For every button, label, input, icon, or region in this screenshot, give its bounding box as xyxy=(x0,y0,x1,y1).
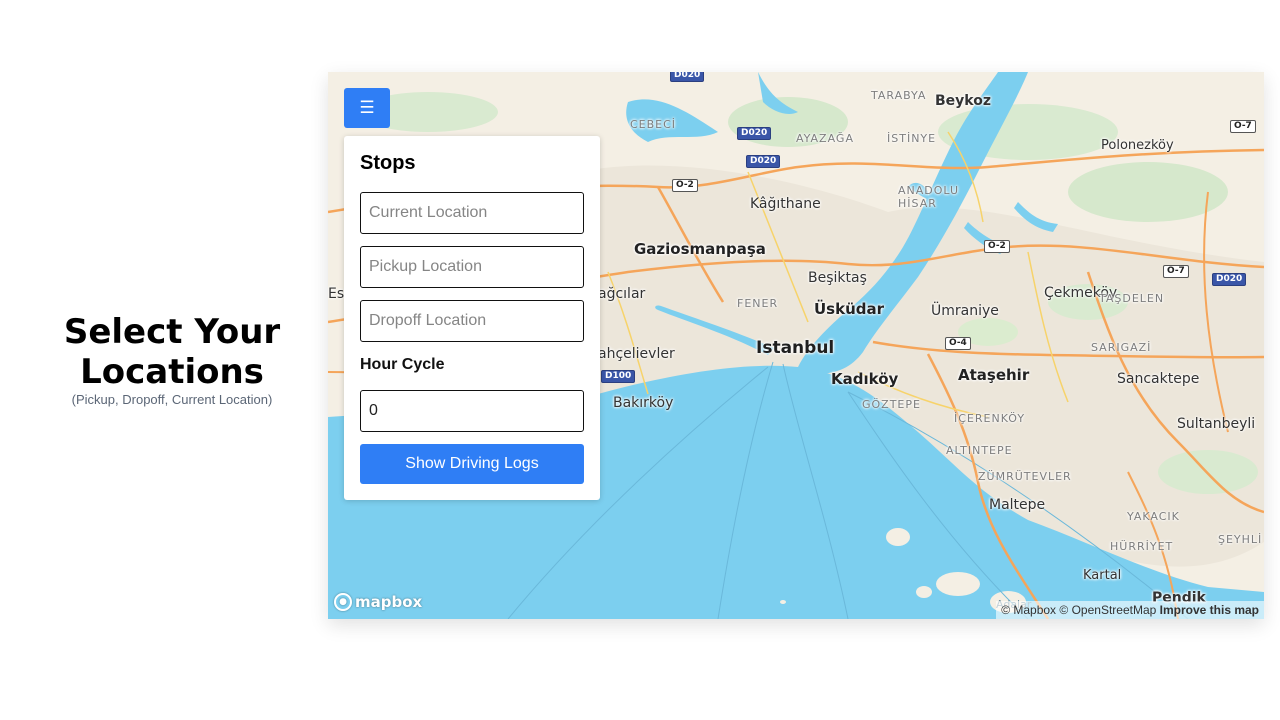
road-shield-d020: D020 xyxy=(737,127,772,140)
show-driving-logs-button[interactable]: Show Driving Logs xyxy=(360,444,584,484)
map-label-bahcelievler: ahçelievler xyxy=(598,346,675,362)
improve-map-link[interactable]: Improve this map xyxy=(1160,603,1259,617)
mapbox-logo[interactable]: ● mapbox xyxy=(334,593,422,611)
hamburger-icon: ☰ xyxy=(359,98,375,118)
map-label-hurriyet: HÜRRİYET xyxy=(1110,540,1174,553)
map-label-seyhli: ŞEYHLİ xyxy=(1218,533,1263,546)
road-shield-o7: O-7 xyxy=(1163,265,1189,278)
map-label-bakirkoy: Bakırköy xyxy=(613,395,674,411)
attribution-osm-link[interactable]: © OpenStreetMap xyxy=(1059,603,1156,617)
map-label-tarabya: TARABYA xyxy=(871,89,927,102)
hour-cycle-input[interactable] xyxy=(360,390,584,432)
map-label-anadolu-hisar: ANADOLU HİSAR xyxy=(898,184,960,210)
map-label-sancaktepe: Sancaktepe xyxy=(1117,371,1200,387)
map-label-kartal: Kartal xyxy=(1083,568,1122,583)
map-label-altintepe: ALTINTEPE xyxy=(946,444,1013,457)
road-shield-d020: D020 xyxy=(1212,273,1247,286)
map-attribution: © Mapbox © OpenStreetMap Improve this ma… xyxy=(996,601,1264,619)
map-container[interactable]: Istanbul Üsküdar Kadıköy Beşiktaş Gazios… xyxy=(328,72,1264,619)
page-title: Select Your Locations xyxy=(63,312,281,392)
map-label-es: Es xyxy=(328,286,345,302)
map-label-gaziosmanpasa: Gaziosmanpaşa xyxy=(634,240,766,258)
mapbox-logo-icon: ● xyxy=(334,593,352,611)
map-label-umraniye: Ümraniye xyxy=(931,303,999,319)
map-label-bagcilar: ağcılar xyxy=(598,286,646,302)
map-label-sarigazi: SARIGAZİ xyxy=(1091,341,1152,354)
current-location-input[interactable] xyxy=(360,192,584,234)
map-label-kagithane: Kâğıthane xyxy=(750,196,821,212)
map-label-istanbul: Istanbul xyxy=(756,338,835,358)
map-label-tasdelen: TAŞDELEN xyxy=(1099,292,1165,305)
map-label-fener: FENER xyxy=(737,297,779,310)
road-shield-d100: D100 xyxy=(601,370,636,383)
road-shield-o2: O-2 xyxy=(984,240,1010,253)
stops-title: Stops xyxy=(360,152,416,174)
map-label-uskudar: Üsküdar xyxy=(814,300,885,318)
map-label-yakacik: YAKACIK xyxy=(1127,510,1180,523)
mapbox-logo-text: mapbox xyxy=(355,593,423,611)
map-label-ayazaga: AYAZAĞA xyxy=(796,132,854,145)
map-label-zumrutevler: ZÜMRÜTEVLER xyxy=(978,470,1072,483)
map-label-istinye: İSTİNYE xyxy=(887,132,937,145)
map-label-kadikoy: Kadıköy xyxy=(831,370,899,388)
attribution-mapbox-link[interactable]: © Mapbox xyxy=(1001,603,1056,617)
stops-panel: Stops Hour Cycle Show Driving Logs xyxy=(344,136,600,500)
map-label-icerenkoy: İÇERENKÖY xyxy=(954,412,1026,425)
map-label-besiktas: Beşiktaş xyxy=(808,270,867,286)
map-label-atasehir: Ataşehir xyxy=(958,366,1030,384)
page-subtitle: (Pickup, Dropoff, Current Location) xyxy=(71,392,273,407)
road-shield-o4: O-4 xyxy=(945,337,971,350)
menu-toggle-button[interactable]: ☰ xyxy=(344,88,390,128)
road-shield-o7: O-7 xyxy=(1230,120,1256,133)
map-label-cebeci: CEBECİ xyxy=(630,118,677,131)
map-label-maltepe: Maltepe xyxy=(989,497,1046,513)
dropoff-location-input[interactable] xyxy=(360,300,584,342)
road-shield-d020: D020 xyxy=(670,72,705,82)
road-shield-o2: O-2 xyxy=(672,179,698,192)
intro-section: Select Your Locations (Pickup, Dropoff, … xyxy=(40,312,304,407)
map-label-beykoz: Beykoz xyxy=(935,93,991,109)
map-label-sultanbeyli: Sultanbeyli xyxy=(1177,416,1256,432)
map-label-polonezkoy: Polonezköy xyxy=(1101,138,1174,153)
pickup-location-input[interactable] xyxy=(360,246,584,288)
map-label-goztepe: GÖZTEPE xyxy=(862,398,921,411)
road-shield-d020: D020 xyxy=(746,155,781,168)
hour-cycle-label: Hour Cycle xyxy=(360,356,445,373)
